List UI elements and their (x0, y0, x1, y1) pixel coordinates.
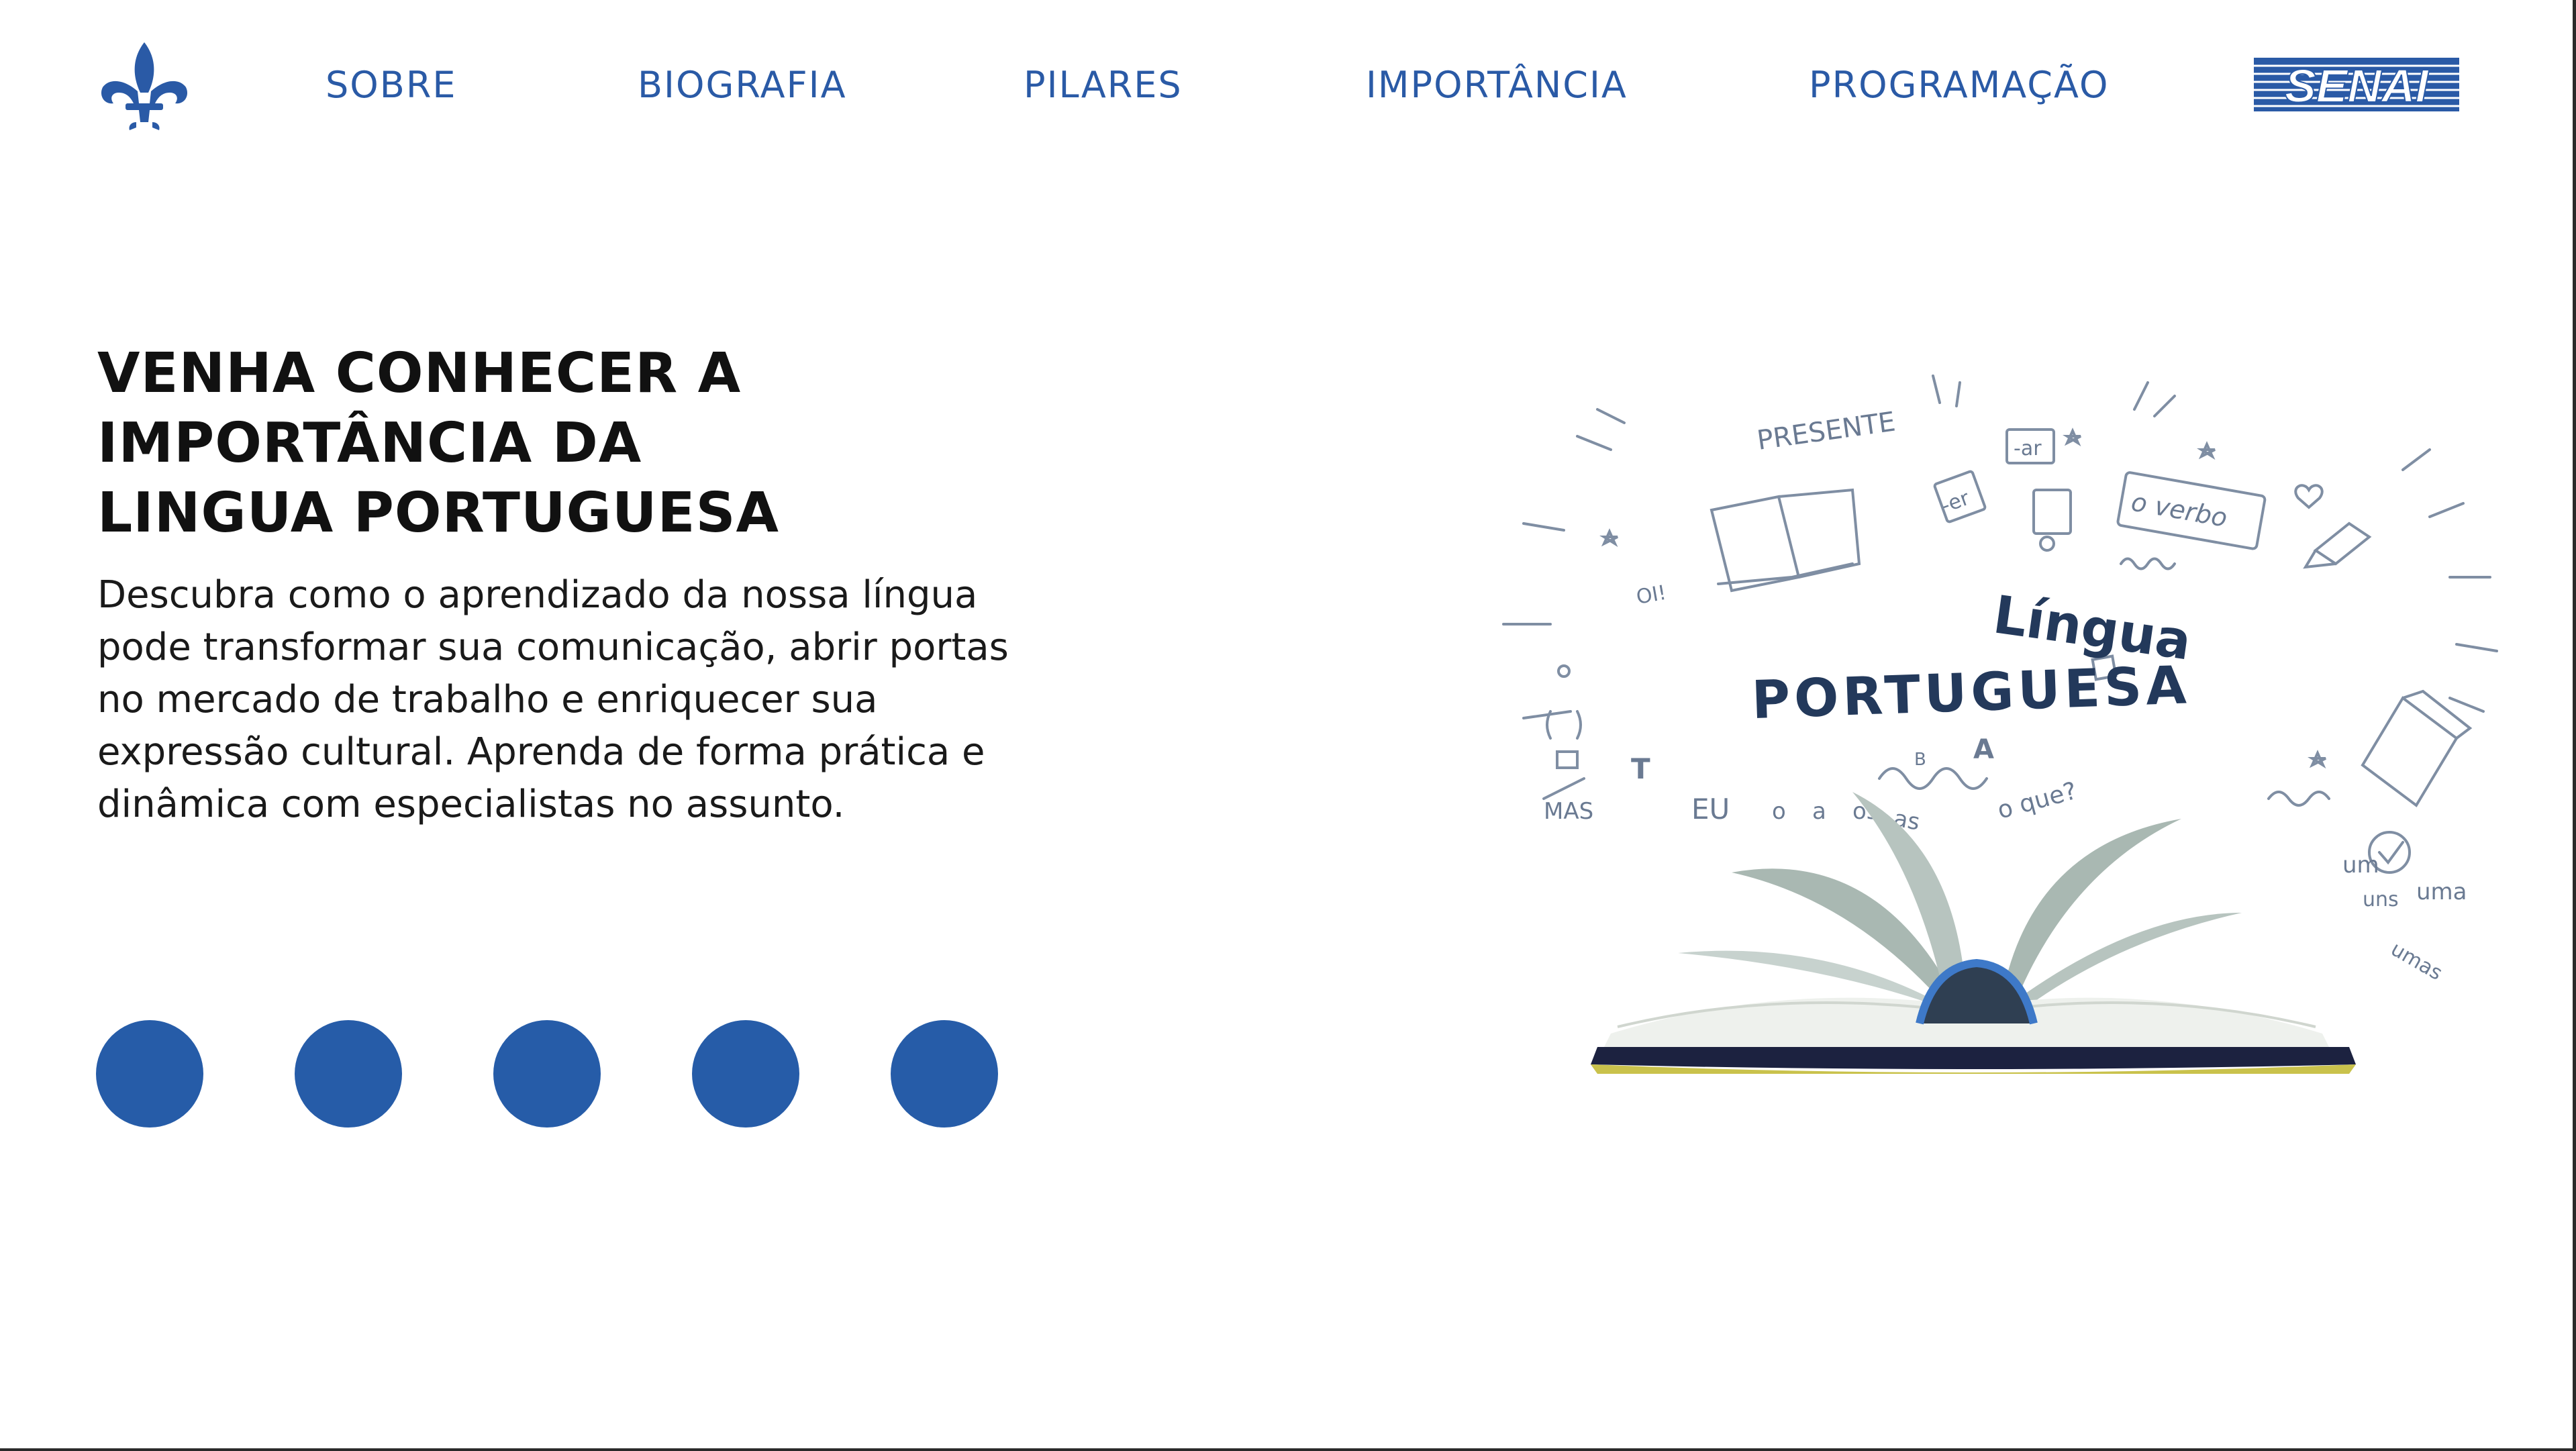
word-uma: uma (2416, 879, 2467, 905)
word-presente: PRESENTE (1755, 406, 1897, 456)
word-t: T (1631, 752, 1650, 785)
word-o-verbo: o verbo (2129, 487, 2230, 533)
nav-programacao[interactable]: PROGRAMAÇÃO (1809, 64, 2110, 106)
word-b: B (1914, 750, 1926, 770)
carousel-dot-2[interactable] (295, 1020, 402, 1128)
nav-importancia[interactable]: IMPORTÂNCIA (1366, 64, 1628, 106)
open-book-icon (1591, 792, 2356, 1074)
word-o: o (1772, 798, 1786, 825)
carousel-dot-4[interactable] (692, 1020, 799, 1128)
lingua-portuguesa-illustration: PRESENTE -ar -er o verbo OI! MAS EU o a … (1502, 374, 2498, 1074)
word-o-que: o que? (1995, 777, 2080, 825)
hero-title-line-2: IMPORTÂNCIA DA (97, 411, 642, 475)
hero-description: Descubra como o aprendizado da nossa lín… (97, 573, 1009, 826)
hero-title-line-3: LINGUA PORTUGUESA (97, 481, 779, 545)
word-oi: OI! (1634, 581, 1668, 609)
illustration-title-portuguesa: PORTUGUESA (1750, 655, 2191, 731)
hero-title-line-1: VENHA CONHECER A (97, 342, 742, 405)
senai-logo-text: SENAI (2285, 60, 2429, 111)
fleur-de-lis-icon[interactable] (97, 39, 191, 133)
carousel-dot-5[interactable] (891, 1020, 998, 1128)
nav-biografia[interactable]: BIOGRAFIA (638, 64, 847, 106)
senai-logo[interactable]: SENAI (2254, 58, 2459, 111)
word-a-letter: A (1973, 734, 1994, 765)
word-eu: EU (1691, 793, 1730, 825)
word-a: a (1812, 798, 1826, 825)
hero-title: VENHA CONHECER A IMPORTÂNCIA DA LINGUA P… (97, 339, 970, 548)
bottom-border (0, 1448, 2573, 1451)
word-ar: -ar (2014, 437, 2042, 460)
nav-sobre[interactable]: SOBRE (326, 64, 456, 106)
nav-pilares[interactable]: PILARES (1024, 64, 1183, 106)
word-um: um (2342, 852, 2379, 879)
word-umas: umas (2387, 938, 2446, 985)
carousel-dot-1[interactable] (96, 1020, 203, 1128)
word-uns: uns (2363, 888, 2399, 911)
word-mas: MAS (1544, 798, 1593, 825)
carousel-dot-3[interactable] (493, 1020, 601, 1128)
